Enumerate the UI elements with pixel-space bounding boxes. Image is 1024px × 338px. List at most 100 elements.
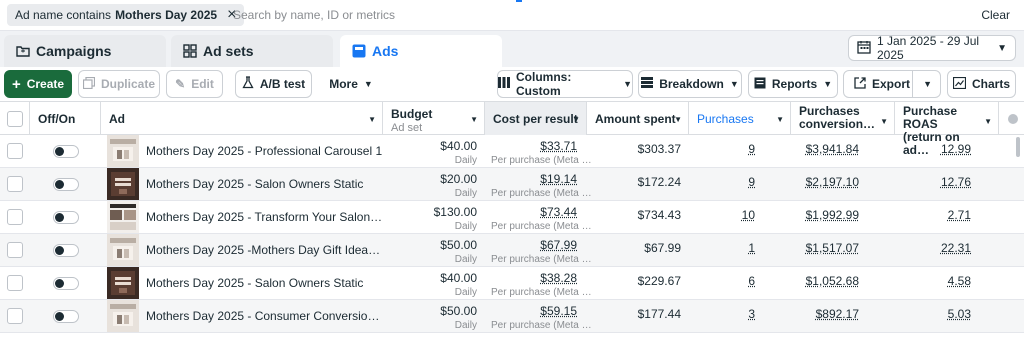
sort-icon: ▼ bbox=[572, 115, 580, 124]
purchases-cell: 9 bbox=[689, 135, 791, 167]
roas-cell: 12.99 bbox=[895, 135, 999, 167]
reports-button[interactable]: Reports ▼ bbox=[748, 70, 838, 98]
purchases-cell: 9 bbox=[689, 168, 791, 200]
export-button[interactable]: Export ▼ bbox=[843, 70, 941, 98]
ad-cell[interactable]: Mothers Day 2025 - Transform Your Salon … bbox=[101, 201, 383, 233]
progress-indicator bbox=[516, 0, 522, 2]
create-label: Create bbox=[26, 77, 65, 91]
chevron-down-icon[interactable]: ▼ bbox=[912, 71, 932, 97]
duplicate-label: Duplicate bbox=[100, 77, 155, 91]
folder-icon bbox=[16, 44, 30, 58]
conversion-value-cell: $1,517.07 bbox=[791, 234, 895, 266]
filter-bar: Ad name contains Mothers Day 2025 × Sear… bbox=[0, 0, 1024, 31]
amount-spent-cell: $303.37 bbox=[587, 135, 689, 167]
ad-name[interactable]: Mothers Day 2025 - Professional Carousel… bbox=[146, 144, 382, 158]
table-row[interactable]: Mothers Day 2025 - Consumer Conversion C… bbox=[0, 300, 1024, 333]
cost-per-result-cell: $19.14 Per purchase (Meta … bbox=[485, 168, 592, 200]
filter-chip[interactable]: Ad name contains Mothers Day 2025 × bbox=[7, 4, 245, 26]
amount-spent-value: $172.24 bbox=[637, 175, 681, 189]
ad-icon bbox=[352, 44, 366, 58]
ad-toggle[interactable] bbox=[30, 135, 101, 167]
amount-spent-cell: $177.44 bbox=[587, 300, 689, 332]
ad-cell[interactable]: Mothers Day 2025 - Professional Carousel… bbox=[101, 135, 383, 167]
cost-per-result-sub: Per purchase (Meta … bbox=[491, 155, 592, 166]
date-range-picker[interactable]: 1 Jan 2025 - 29 Jul 2025 ▼ bbox=[848, 34, 1016, 62]
ad-cell[interactable]: Mothers Day 2025 - Salon Owners Static bbox=[101, 267, 383, 299]
ad-name[interactable]: Mothers Day 2025 -Mothers Day Gift Idea … bbox=[146, 243, 383, 257]
vertical-scrollbar[interactable] bbox=[1016, 137, 1020, 157]
budget-cell: $20.00 Daily bbox=[383, 168, 485, 200]
budget-period: Daily bbox=[454, 254, 477, 265]
header-budget[interactable]: Budget Ad set ▼ bbox=[383, 102, 485, 135]
budget-period: Daily bbox=[454, 188, 477, 199]
ad-toggle[interactable] bbox=[30, 168, 101, 200]
cost-per-result-sub: Per purchase (Meta … bbox=[491, 221, 592, 232]
level-tabs: Campaigns Ad sets Ads 1 Jan 2025 - 29 Ju… bbox=[0, 31, 1024, 67]
roas-value: 4.58 bbox=[947, 274, 971, 288]
header-purchase-roas[interactable]: Purchase ROAS (return on ad… ▼ bbox=[895, 102, 999, 157]
grid-icon bbox=[183, 44, 197, 58]
header-offon: Off/On bbox=[30, 102, 101, 135]
budget-value: $50.00 bbox=[440, 238, 477, 252]
header-amount-spent[interactable]: Amount spent ▼ bbox=[587, 102, 689, 135]
table-row[interactable]: Mothers Day 2025 - Salon Owners Static $… bbox=[0, 267, 1024, 300]
row-checkbox[interactable] bbox=[0, 300, 30, 332]
more-button[interactable]: More ▼ bbox=[318, 70, 384, 98]
tab-ad-sets[interactable]: Ad sets bbox=[171, 35, 333, 67]
search-input[interactable]: Search by name, ID or metrics bbox=[233, 8, 395, 22]
header-purchases[interactable]: Purchases ▼ bbox=[689, 102, 791, 135]
table-row[interactable]: Mothers Day 2025 -Mothers Day Gift Idea … bbox=[0, 234, 1024, 267]
row-checkbox[interactable] bbox=[0, 135, 30, 167]
ad-name[interactable]: Mothers Day 2025 - Consumer Conversion C… bbox=[146, 309, 383, 323]
budget-value: $20.00 bbox=[440, 172, 477, 186]
amount-spent-cell: $229.67 bbox=[587, 267, 689, 299]
create-button[interactable]: + Create bbox=[4, 70, 72, 98]
ad-toggle[interactable] bbox=[30, 234, 101, 266]
header-ad-label: Ad bbox=[109, 112, 125, 126]
columns-button[interactable]: Columns: Custom ▼ bbox=[497, 70, 633, 98]
ad-thumbnail bbox=[107, 201, 139, 233]
clear-button[interactable]: Clear bbox=[981, 8, 1010, 22]
row-checkbox[interactable] bbox=[0, 168, 30, 200]
tab-label: Campaigns bbox=[36, 43, 112, 59]
ad-name[interactable]: Mothers Day 2025 - Transform Your Salon … bbox=[146, 210, 383, 224]
chevron-down-icon: ▼ bbox=[363, 79, 373, 89]
ab-test-button[interactable]: A/B test bbox=[235, 70, 312, 98]
ad-toggle[interactable] bbox=[30, 267, 101, 299]
ad-name[interactable]: Mothers Day 2025 - Salon Owners Static bbox=[146, 177, 363, 191]
date-range-label: 1 Jan 2025 - 29 Jul 2025 bbox=[877, 34, 980, 62]
table-row[interactable]: Mothers Day 2025 - Transform Your Salon … bbox=[0, 201, 1024, 234]
edit-button[interactable]: ✎ Edit bbox=[166, 70, 223, 98]
conversion-value-cell: $1,992.99 bbox=[791, 201, 895, 233]
conversion-value: $1,517.07 bbox=[805, 241, 859, 255]
ad-name[interactable]: Mothers Day 2025 - Salon Owners Static bbox=[146, 276, 363, 290]
cost-per-result-value: $73.44 bbox=[540, 205, 577, 219]
ad-cell[interactable]: Mothers Day 2025 - Salon Owners Static bbox=[101, 168, 383, 200]
row-checkbox[interactable] bbox=[0, 234, 30, 266]
ad-cell[interactable]: Mothers Day 2025 -Mothers Day Gift Idea … bbox=[101, 234, 383, 266]
tab-ads[interactable]: Ads bbox=[340, 35, 502, 67]
ad-toggle[interactable] bbox=[30, 201, 101, 233]
header-ad[interactable]: Ad ▼ bbox=[101, 102, 383, 135]
duplicate-button[interactable]: Duplicate bbox=[78, 70, 160, 98]
chevron-down-icon: ▼ bbox=[997, 42, 1007, 54]
breakdown-button[interactable]: Breakdown ▼ bbox=[638, 70, 742, 98]
sort-icon: ▼ bbox=[368, 115, 376, 124]
row-checkbox[interactable] bbox=[0, 201, 30, 233]
ad-cell[interactable]: Mothers Day 2025 - Consumer Conversion C… bbox=[101, 300, 383, 332]
budget-cell: $40.00 Daily bbox=[383, 267, 485, 299]
duplicate-icon bbox=[82, 76, 96, 92]
select-all-checkbox[interactable] bbox=[0, 102, 30, 135]
row-checkbox[interactable] bbox=[0, 267, 30, 299]
table-row[interactable]: Mothers Day 2025 - Salon Owners Static $… bbox=[0, 168, 1024, 201]
header-cost-per-result[interactable]: Cost per result ▼ bbox=[485, 102, 587, 135]
charts-button[interactable]: Charts bbox=[947, 70, 1016, 98]
cost-per-result-value: $38.28 bbox=[540, 271, 577, 285]
tab-campaigns[interactable]: Campaigns bbox=[4, 35, 166, 67]
table-row[interactable]: Mothers Day 2025 - Professional Carousel… bbox=[0, 135, 1024, 168]
header-purchases-conversion[interactable]: Purchases conversion… ▼ bbox=[791, 102, 895, 135]
column-settings-icon[interactable] bbox=[1008, 114, 1018, 124]
ad-toggle[interactable] bbox=[30, 300, 101, 332]
cost-per-result-value: $19.14 bbox=[540, 172, 577, 186]
roas-cell: 22.31 bbox=[895, 234, 999, 266]
